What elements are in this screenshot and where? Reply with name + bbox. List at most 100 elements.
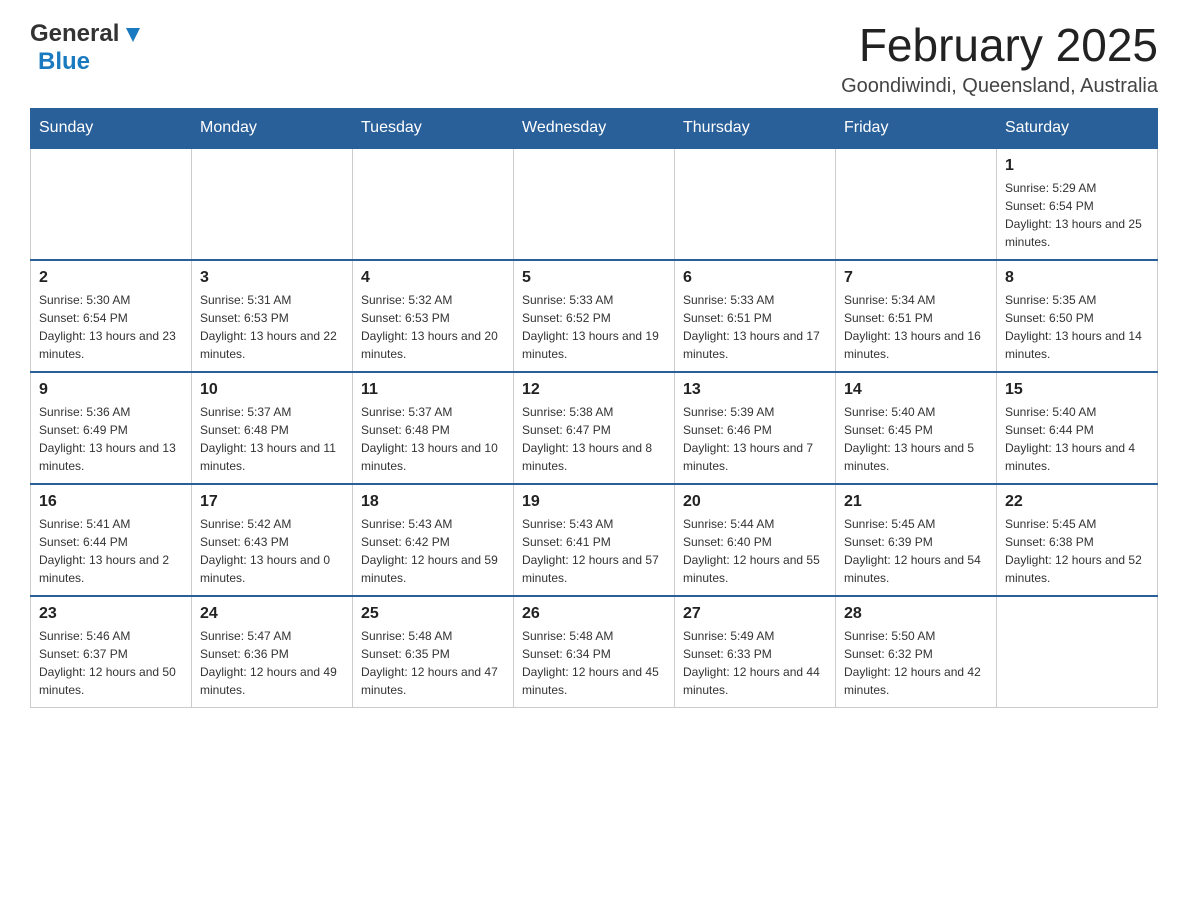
day-number: 7 — [844, 269, 988, 287]
calendar-day-cell: 27 Sunrise: 5:49 AM Sunset: 6:33 PM Dayli… — [675, 596, 836, 708]
calendar-day-cell: 8 Sunrise: 5:35 AM Sunset: 6:50 PM Daylig… — [997, 260, 1158, 372]
day-number: 19 — [522, 493, 666, 511]
calendar-header-sunday: Sunday — [31, 108, 192, 148]
day-number: 5 — [522, 269, 666, 287]
day-info: Sunrise: 5:44 AM Sunset: 6:40 PM Dayligh… — [683, 515, 827, 587]
calendar-day-cell: 7Sunrise: 5:34 AM Sunset: 6:51 PM Daylig… — [836, 260, 997, 372]
calendar-week-row-5: 23Sunrise: 5:46 AM Sunset: 6:37 PM Dayli… — [31, 596, 1158, 708]
day-info: Sunrise: 5:30 AM Sunset: 6:54 PM Dayligh… — [39, 291, 183, 363]
calendar-day-cell — [836, 148, 997, 260]
logo-general-text: General — [30, 20, 119, 48]
calendar-day-cell: 3 Sunrise: 5:31 AM Sunset: 6:53 PM Daylig… — [192, 260, 353, 372]
calendar-day-cell: 24 Sunrise: 5:47 AM Sunset: 6:36 PM Dayli… — [192, 596, 353, 708]
calendar-day-cell: 6 Sunrise: 5:33 AM Sunset: 6:51 PM Daylig… — [675, 260, 836, 372]
calendar-header-saturday: Saturday — [997, 108, 1158, 148]
day-info: Sunrise: 5:50 AM Sunset: 6:32 PM Dayligh… — [844, 627, 988, 699]
calendar-day-cell: 14 Sunrise: 5:40 AM Sunset: 6:45 PM Dayli… — [836, 372, 997, 484]
day-info: Sunrise: 5:29 AM Sunset: 6:54 PM Dayligh… — [1005, 179, 1149, 251]
day-number: 20 — [683, 493, 827, 511]
calendar-week-row-4: 16Sunrise: 5:41 AM Sunset: 6:44 PM Dayli… — [31, 484, 1158, 596]
day-number: 12 — [522, 381, 666, 399]
day-info: Sunrise: 5:35 AM Sunset: 6:50 PM Dayligh… — [1005, 291, 1149, 363]
day-number: 1 — [1005, 157, 1149, 175]
day-number: 22 — [1005, 493, 1149, 511]
calendar-week-row-3: 9 Sunrise: 5:36 AM Sunset: 6:49 PM Daylig… — [31, 372, 1158, 484]
day-number: 27 — [683, 605, 827, 623]
day-number: 11 — [361, 381, 505, 399]
calendar-header-tuesday: Tuesday — [353, 108, 514, 148]
calendar-day-cell: 15Sunrise: 5:40 AM Sunset: 6:44 PM Dayli… — [997, 372, 1158, 484]
day-number: 10 — [200, 381, 344, 399]
day-info: Sunrise: 5:33 AM Sunset: 6:51 PM Dayligh… — [683, 291, 827, 363]
page-header: General Blue February 2025 Goondiwindi, … — [30, 20, 1158, 98]
day-number: 15 — [1005, 381, 1149, 399]
day-number: 14 — [844, 381, 988, 399]
day-info: Sunrise: 5:42 AM Sunset: 6:43 PM Dayligh… — [200, 515, 344, 587]
day-number: 2 — [39, 269, 183, 287]
day-info: Sunrise: 5:41 AM Sunset: 6:44 PM Dayligh… — [39, 515, 183, 587]
calendar-day-cell: 28 Sunrise: 5:50 AM Sunset: 6:32 PM Dayli… — [836, 596, 997, 708]
calendar-day-cell: 23Sunrise: 5:46 AM Sunset: 6:37 PM Dayli… — [31, 596, 192, 708]
calendar-day-cell: 9 Sunrise: 5:36 AM Sunset: 6:49 PM Daylig… — [31, 372, 192, 484]
calendar-day-cell: 26 Sunrise: 5:48 AM Sunset: 6:34 PM Dayli… — [514, 596, 675, 708]
calendar-day-cell: 4 Sunrise: 5:32 AM Sunset: 6:53 PM Daylig… — [353, 260, 514, 372]
calendar-day-cell: 13 Sunrise: 5:39 AM Sunset: 6:46 PM Dayli… — [675, 372, 836, 484]
calendar-day-cell: 18 Sunrise: 5:43 AM Sunset: 6:42 PM Dayli… — [353, 484, 514, 596]
day-info: Sunrise: 5:31 AM Sunset: 6:53 PM Dayligh… — [200, 291, 344, 363]
day-info: Sunrise: 5:47 AM Sunset: 6:36 PM Dayligh… — [200, 627, 344, 699]
calendar-day-cell: 5 Sunrise: 5:33 AM Sunset: 6:52 PM Daylig… — [514, 260, 675, 372]
calendar-header-wednesday: Wednesday — [514, 108, 675, 148]
day-number: 13 — [683, 381, 827, 399]
day-info: Sunrise: 5:33 AM Sunset: 6:52 PM Dayligh… — [522, 291, 666, 363]
day-number: 26 — [522, 605, 666, 623]
logo-triangle-icon — [122, 24, 144, 46]
calendar-day-cell: 12 Sunrise: 5:38 AM Sunset: 6:47 PM Dayli… — [514, 372, 675, 484]
calendar-header-friday: Friday — [836, 108, 997, 148]
calendar-day-cell — [675, 148, 836, 260]
day-info: Sunrise: 5:36 AM Sunset: 6:49 PM Dayligh… — [39, 403, 183, 475]
calendar-day-cell: 11Sunrise: 5:37 AM Sunset: 6:48 PM Dayli… — [353, 372, 514, 484]
calendar-day-cell — [353, 148, 514, 260]
day-number: 8 — [1005, 269, 1149, 287]
day-number: 24 — [200, 605, 344, 623]
day-info: Sunrise: 5:40 AM Sunset: 6:45 PM Dayligh… — [844, 403, 988, 475]
day-info: Sunrise: 5:48 AM Sunset: 6:34 PM Dayligh… — [522, 627, 666, 699]
day-number: 21 — [844, 493, 988, 511]
day-number: 17 — [200, 493, 344, 511]
calendar-day-cell: 19 Sunrise: 5:43 AM Sunset: 6:41 PM Dayli… — [514, 484, 675, 596]
day-info: Sunrise: 5:39 AM Sunset: 6:46 PM Dayligh… — [683, 403, 827, 475]
day-info: Sunrise: 5:43 AM Sunset: 6:42 PM Dayligh… — [361, 515, 505, 587]
calendar-day-cell — [997, 596, 1158, 708]
day-info: Sunrise: 5:37 AM Sunset: 6:48 PM Dayligh… — [200, 403, 344, 475]
calendar-day-cell — [192, 148, 353, 260]
calendar-header-row: SundayMondayTuesdayWednesdayThursdayFrid… — [31, 108, 1158, 148]
day-info: Sunrise: 5:45 AM Sunset: 6:38 PM Dayligh… — [1005, 515, 1149, 587]
day-number: 18 — [361, 493, 505, 511]
calendar-day-cell: 17 Sunrise: 5:42 AM Sunset: 6:43 PM Dayli… — [192, 484, 353, 596]
calendar-week-row-2: 2 Sunrise: 5:30 AM Sunset: 6:54 PM Daylig… — [31, 260, 1158, 372]
day-number: 6 — [683, 269, 827, 287]
day-info: Sunrise: 5:49 AM Sunset: 6:33 PM Dayligh… — [683, 627, 827, 699]
day-number: 23 — [39, 605, 183, 623]
calendar-header-thursday: Thursday — [675, 108, 836, 148]
calendar-day-cell — [514, 148, 675, 260]
calendar-day-cell: 10 Sunrise: 5:37 AM Sunset: 6:48 PM Dayli… — [192, 372, 353, 484]
day-number: 9 — [39, 381, 183, 399]
calendar-day-cell: 21Sunrise: 5:45 AM Sunset: 6:39 PM Dayli… — [836, 484, 997, 596]
title-section: February 2025 Goondiwindi, Queensland, A… — [841, 20, 1158, 98]
day-number: 28 — [844, 605, 988, 623]
day-info: Sunrise: 5:48 AM Sunset: 6:35 PM Dayligh… — [361, 627, 505, 699]
day-number: 3 — [200, 269, 344, 287]
day-number: 4 — [361, 269, 505, 287]
calendar-day-cell: 1 Sunrise: 5:29 AM Sunset: 6:54 PM Daylig… — [997, 148, 1158, 260]
day-info: Sunrise: 5:32 AM Sunset: 6:53 PM Dayligh… — [361, 291, 505, 363]
day-number: 25 — [361, 605, 505, 623]
calendar-table: SundayMondayTuesdayWednesdayThursdayFrid… — [30, 108, 1158, 708]
calendar-day-cell — [31, 148, 192, 260]
calendar-day-cell: 2 Sunrise: 5:30 AM Sunset: 6:54 PM Daylig… — [31, 260, 192, 372]
day-info: Sunrise: 5:38 AM Sunset: 6:47 PM Dayligh… — [522, 403, 666, 475]
calendar-day-cell: 25 Sunrise: 5:48 AM Sunset: 6:35 PM Dayli… — [353, 596, 514, 708]
day-info: Sunrise: 5:43 AM Sunset: 6:41 PM Dayligh… — [522, 515, 666, 587]
location-text: Goondiwindi, Queensland, Australia — [841, 75, 1158, 98]
calendar-day-cell: 20 Sunrise: 5:44 AM Sunset: 6:40 PM Dayli… — [675, 484, 836, 596]
